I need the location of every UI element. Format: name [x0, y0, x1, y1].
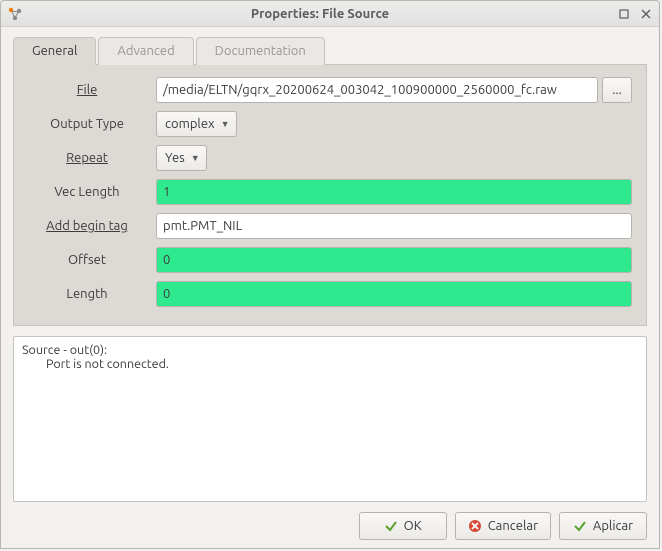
window-controls: [617, 7, 653, 21]
properties-dialog: Properties: File Source General Advanced…: [0, 0, 660, 549]
apply-label: Aplicar: [593, 519, 633, 533]
button-bar: OK Cancelar Aplicar: [13, 502, 647, 540]
tab-panel-general: File ... Output Type complex ▼ Repeat: [13, 65, 647, 326]
tabs: General Advanced Documentation: [13, 37, 647, 65]
vec-length-input[interactable]: [156, 179, 632, 205]
repeat-value: Yes: [165, 151, 185, 165]
label-offset: Offset: [28, 253, 156, 267]
maximize-icon[interactable]: [617, 7, 631, 21]
output-type-value: complex: [165, 117, 215, 131]
file-input[interactable]: [156, 77, 598, 103]
length-input[interactable]: [156, 281, 632, 307]
tab-advanced[interactable]: Advanced: [98, 37, 193, 65]
cancel-button[interactable]: Cancelar: [455, 512, 551, 540]
app-icon: [7, 6, 23, 22]
tab-documentation[interactable]: Documentation: [196, 37, 325, 65]
output-type-select[interactable]: complex ▼: [156, 111, 237, 137]
chevron-down-icon: ▼: [221, 119, 230, 129]
dialog-body: General Advanced Documentation File ... …: [1, 27, 659, 548]
label-vec-length: Vec Length: [28, 185, 156, 199]
label-length: Length: [28, 287, 156, 301]
window-title: Properties: File Source: [29, 7, 611, 21]
log-line: Source - out(0):: [22, 343, 638, 357]
ok-label: OK: [404, 519, 422, 533]
offset-input[interactable]: [156, 247, 632, 273]
add-begin-tag-input[interactable]: [156, 213, 632, 239]
titlebar: Properties: File Source: [1, 1, 659, 27]
tab-general[interactable]: General: [13, 37, 96, 65]
cancel-label: Cancelar: [488, 519, 538, 533]
chevron-down-icon: ▼: [191, 153, 200, 163]
cancel-icon: [468, 519, 482, 533]
check-icon: [384, 519, 398, 533]
check-icon: [573, 519, 587, 533]
apply-button[interactable]: Aplicar: [559, 512, 647, 540]
label-file: File: [28, 83, 156, 97]
label-repeat: Repeat: [28, 151, 156, 165]
label-output-type: Output Type: [28, 117, 156, 131]
file-browse-button[interactable]: ...: [602, 77, 632, 103]
ok-button[interactable]: OK: [359, 512, 447, 540]
close-icon[interactable]: [639, 7, 653, 21]
repeat-select[interactable]: Yes ▼: [156, 145, 207, 171]
log-line: Port is not connected.: [22, 357, 638, 371]
label-add-begin-tag: Add begin tag: [28, 219, 156, 233]
message-log: Source - out(0): Port is not connected.: [13, 336, 647, 502]
